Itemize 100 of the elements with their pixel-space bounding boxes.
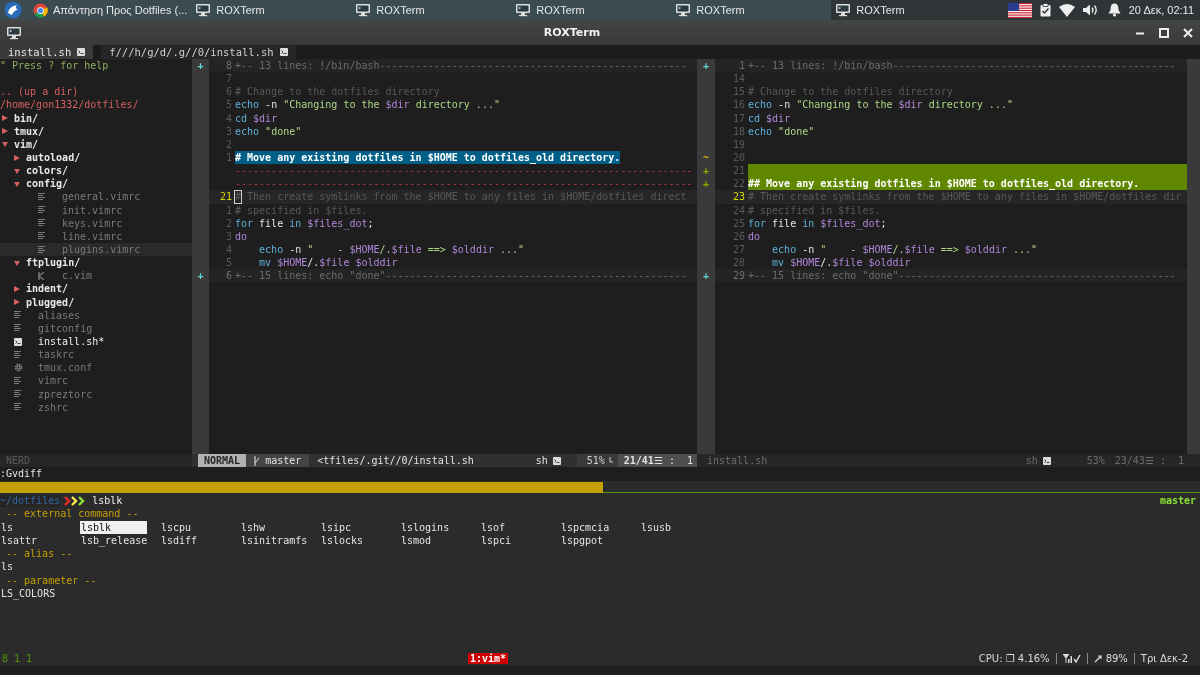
taskbar-button[interactable]: ROXTerm [671, 0, 832, 20]
taskbar-button[interactable]: ROXTerm [511, 0, 672, 20]
line-number: 6 [209, 269, 235, 283]
tree-item[interactable]: gitconfig [0, 321, 192, 335]
completion-item[interactable]: lsb_release [80, 533, 148, 548]
line-number: 3 [224, 124, 233, 138]
diff-sign: ~ [702, 151, 710, 165]
browser-icon [33, 2, 48, 18]
scrollbar[interactable] [1187, 59, 1200, 454]
completion-item[interactable]: lslocks [320, 533, 364, 548]
line-number: 29 [715, 269, 748, 283]
line-number: 1 [715, 59, 748, 73]
tree-item[interactable]: plugged/ [0, 295, 192, 309]
completion-item[interactable]: lspgpot [560, 533, 604, 548]
tree-item[interactable]: c.vim [0, 269, 192, 283]
completion-item[interactable]: lscpu [160, 520, 192, 534]
fold-marker: +-- 15 lines: echo "done"---------------------------------------------- [748, 269, 1187, 283]
parent-dir-link[interactable]: .. (up a dir) [0, 86, 79, 98]
line-number: 5 [224, 98, 233, 112]
tree-item[interactable]: line.vimrc [0, 229, 192, 243]
line-icon [608, 457, 614, 464]
tree-item[interactable]: autoload/ [0, 151, 192, 165]
code-line: echo -n " - $HOME/.$file ==> $olddir ..." [771, 242, 1039, 257]
terminal-icon [14, 337, 22, 346]
taskbar-button[interactable]: ROXTerm [831, 0, 992, 20]
prompt-path: ~/dotfiles [0, 494, 61, 508]
code-line: cd $dir [748, 111, 792, 125]
mode-indicator: NORMAL [198, 454, 247, 467]
bell-icon[interactable] [1107, 3, 1121, 17]
taskbar-button[interactable]: ROXTerm [191, 0, 352, 20]
tree-item[interactable]: keys.vimrc [0, 216, 192, 230]
completion-item[interactable]: lsblk [80, 520, 147, 534]
tree-item[interactable]: indent/ [0, 282, 192, 296]
completion-item[interactable]: lsdiff [160, 533, 198, 548]
tree-item[interactable]: colors/ [0, 164, 192, 178]
battery-level: 89% [1105, 653, 1128, 664]
tree-item[interactable]: zshrc [0, 400, 192, 414]
tree-item[interactable]: vim/ [0, 137, 192, 151]
diff-sign: + [702, 177, 710, 191]
app-menu-icon[interactable] [3, 1, 23, 19]
completion-item[interactable]: lsattr [0, 533, 38, 548]
completion-item[interactable]: ls [0, 560, 14, 574]
tree-item[interactable]: install.sh* [0, 334, 192, 349]
charging-icon [1093, 654, 1103, 663]
diff-sign: + [702, 269, 710, 283]
code-line: echo "done" [748, 124, 816, 138]
taskbar-button[interactable]: Απάντηση Προς Dotfiles (... [29, 0, 192, 20]
clock[interactable]: 20 Δεκ, 02:11 [1128, 4, 1194, 16]
tree-item[interactable]: init.vimrc [0, 203, 192, 217]
code-line: echo -n " - $HOME/.$file ==> $olddir ..." [258, 242, 526, 257]
line-number: 3 [224, 229, 233, 243]
completion-item[interactable]: ls [0, 520, 14, 534]
close-button[interactable] [1182, 26, 1194, 39]
editor-tab[interactable]: install.sh [0, 45, 94, 59]
code-line: mv $HOME/.$file $olddir [771, 256, 912, 270]
clipboard-check-icon[interactable] [1039, 3, 1051, 17]
completion-item[interactable]: lsusb [640, 520, 672, 534]
terminal-icon [195, 3, 212, 17]
completion-item[interactable]: lsof [480, 520, 506, 534]
tree-item[interactable]: config/ [0, 177, 192, 191]
completion-item[interactable]: lshw [240, 520, 266, 534]
flag-icon[interactable] [1007, 2, 1032, 18]
completion-item[interactable]: lsmod [400, 533, 432, 548]
line-number: 6 [224, 85, 233, 99]
tree-item[interactable]: zpreztorc [0, 387, 192, 401]
completion-item[interactable]: lspcmcia [560, 520, 610, 534]
close-icon [1182, 26, 1194, 39]
line-number: 26 [731, 229, 746, 243]
code-line: do [235, 229, 249, 243]
tree-item[interactable]: tmux.conf [0, 361, 192, 375]
completion-item[interactable]: LS_COLORS [0, 587, 56, 601]
fold-marker: +-- 15 lines: echo "done"-------------------------------------------------- [235, 269, 697, 283]
tree-item[interactable]: aliases [0, 308, 192, 322]
line-number: 28 [731, 256, 746, 270]
completion-item[interactable]: lsipc [320, 520, 352, 534]
completion-item[interactable]: lspci [480, 533, 512, 548]
tree-item[interactable]: vimrc [0, 374, 192, 388]
completion-header: -- alias -- [6, 548, 73, 560]
line-number: 17 [731, 111, 746, 125]
editor-tab[interactable]: f///h/g/d/.g//0/install.sh [101, 45, 296, 59]
file-type: sh [535, 454, 548, 467]
tree-item[interactable]: bin/ [0, 111, 192, 125]
terminal-icon [279, 48, 288, 56]
completion-item[interactable]: lsinitramfs [240, 533, 308, 548]
completion-item[interactable]: lslogins [400, 520, 450, 534]
completion-header: -- parameter -- [6, 574, 97, 586]
wifi-icon[interactable] [1058, 3, 1075, 17]
c-file-icon [38, 271, 45, 280]
branch-icon [254, 455, 261, 466]
text-file-icon [38, 219, 45, 228]
tree-item[interactable]: general.vimrc [0, 190, 192, 204]
taskbar-button[interactable]: ROXTerm [351, 0, 512, 20]
code-line: do [748, 229, 762, 243]
tree-item[interactable]: tmux/ [0, 124, 192, 138]
date-text: Τρι Δεκ-2 [1140, 653, 1188, 664]
volume-icon[interactable] [1082, 4, 1100, 16]
maximize-button[interactable] [1158, 26, 1170, 39]
tree-item[interactable]: taskrc [0, 348, 192, 362]
tree-item[interactable]: ftplugin/ [0, 256, 192, 270]
window-tab[interactable]: 1:vim* [468, 653, 509, 664]
